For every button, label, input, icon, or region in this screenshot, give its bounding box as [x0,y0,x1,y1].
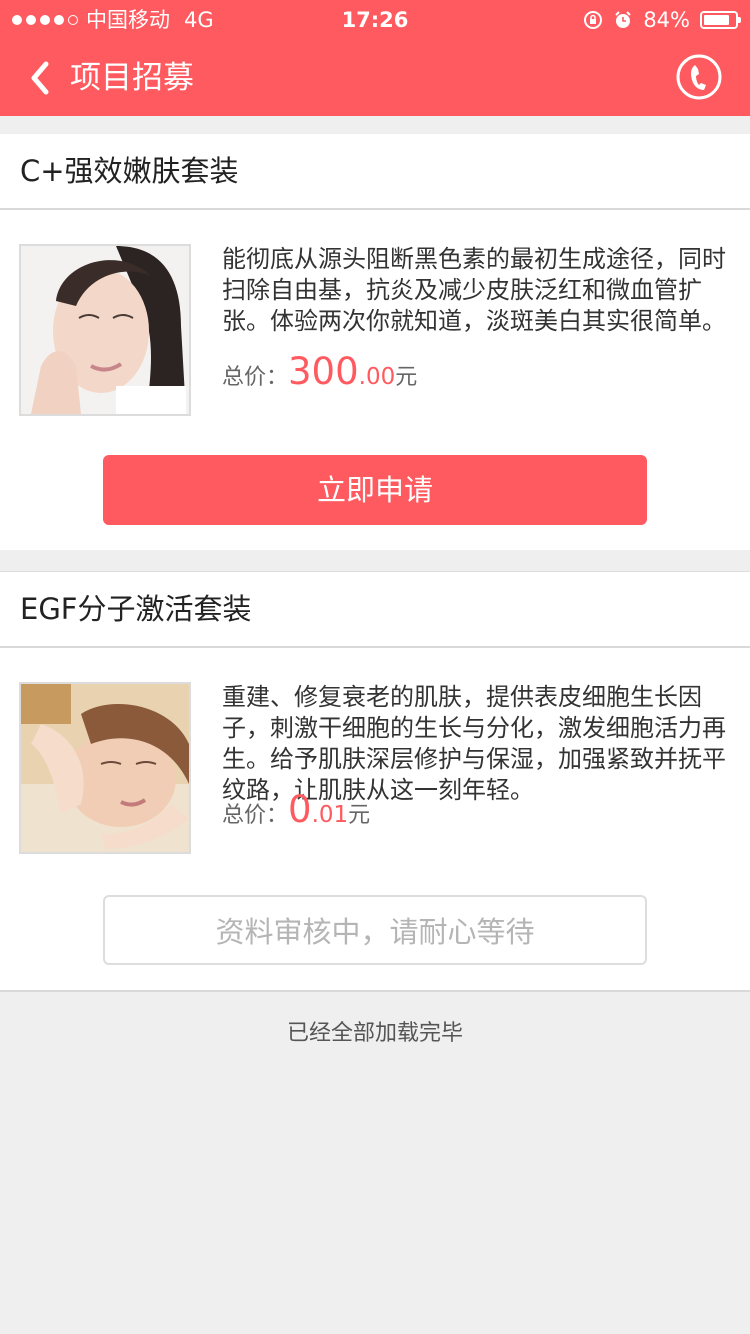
alarm-icon [615,11,632,28]
product-image [19,682,191,854]
price-unit: 元 [395,365,418,390]
apply-button[interactable]: 立即申请 [103,455,647,525]
product-title: C+强效嫩肤套装 [0,134,750,210]
price-row: 总价：300.00元 [222,350,417,393]
battery-icon [700,11,741,29]
price-integer: 0 [288,788,312,831]
price-unit: 元 [348,803,371,828]
price-row: 总价：0.01元 [222,788,370,831]
product-title: EGF分子激活套装 [0,572,750,648]
review-status-button: 资料审核中，请耐心等待 [103,895,647,965]
price-decimal: .00 [358,364,396,390]
product-description: 能彻底从源头阻断黑色素的最初生成途径，同时扫除自由基，抗炎及减少皮肤泛红和微血管… [222,245,726,335]
price-label: 总价： [222,803,289,828]
price-integer: 300 [288,350,359,393]
load-complete-text: 已经全部加载完毕 [286,1021,463,1046]
nav-bar: 项目招募 [0,40,750,116]
app-header: 中国移动 4G 17:26 84% 项目招募 [0,0,750,116]
status-bar: 中国移动 4G 17:26 84% [0,0,750,40]
battery-percent: 84% [643,8,690,32]
price-decimal: .01 [311,802,349,828]
product-card: EGF分子激活套装 重建、修复衰老的肌肤，提供表皮细胞生长因子，刺激干细胞的生长… [0,571,750,992]
product-image [19,244,191,416]
page-title: 项目招募 [70,60,194,96]
product-card: C+强效嫩肤套装 能彻底从源头阻断黑色素的最初生成途径，同时扫除自由基，抗炎及减… [0,134,750,550]
back-icon[interactable] [22,56,62,100]
rotation-lock-icon [584,11,603,29]
price-label: 总价： [222,365,289,390]
phone-icon[interactable] [674,52,724,102]
